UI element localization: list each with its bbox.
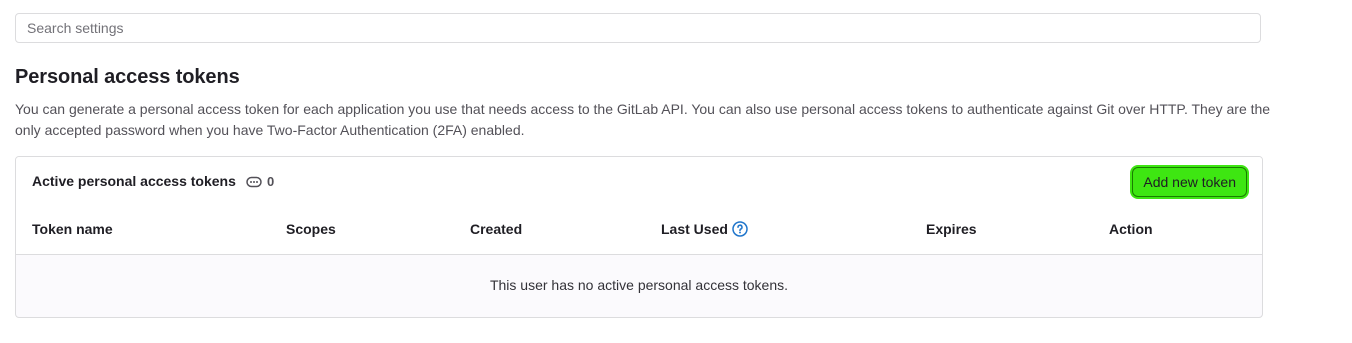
token-count-badge: 0 <box>246 174 274 189</box>
tokens-card-header: Active personal access tokens 0 Add new … <box>16 157 1262 207</box>
section-description: You can generate a personal access token… <box>15 101 1271 138</box>
column-header-created: Created <box>470 221 523 237</box>
question-circle-icon[interactable] <box>732 221 748 237</box>
token-count: 0 <box>267 174 275 189</box>
tokens-card: Active personal access tokens 0 Add new … <box>15 156 1263 318</box>
column-header-scopes: Scopes <box>286 221 336 237</box>
token-icon <box>246 176 262 187</box>
column-header-expires: Expires <box>926 221 977 237</box>
column-header-token-name: Token name <box>32 221 113 237</box>
search-settings-input[interactable] <box>15 13 1261 43</box>
section-title: Personal access tokens <box>15 66 240 88</box>
tokens-table-header: Token name Scopes Created Last Used Expi… <box>16 206 1262 255</box>
tokens-card-title: Active personal access tokens <box>32 173 236 189</box>
column-header-last-used: Last Used <box>661 221 748 237</box>
column-header-action: Action <box>1109 221 1153 237</box>
add-new-token-button[interactable]: Add new token <box>1132 167 1247 197</box>
column-header-last-used-label: Last Used <box>661 221 728 237</box>
empty-state-message: This user has no active personal access … <box>489 277 789 293</box>
